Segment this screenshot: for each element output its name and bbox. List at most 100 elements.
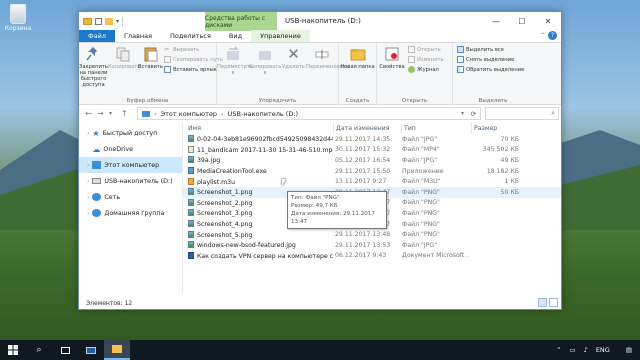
new-folder-button[interactable]: Новая папка: [339, 43, 376, 105]
search-icon: ⌕: [551, 109, 555, 117]
nav-quick-access[interactable]: › ★ Быстрый доступ: [79, 125, 182, 141]
file-row[interactable]: 0-02-04-3eb81e96902fbcd54925098432d44cb.…: [183, 134, 561, 145]
file-tooltip: Тип: Файл "PNG" Размер: 49,7 КБ Дата изм…: [287, 191, 387, 229]
group-label-clipboard: Буфер обмена: [126, 98, 169, 104]
minimize-button[interactable]: —: [483, 12, 509, 31]
file-row[interactable]: windows-new-bsod-featured.jpg 29.11.2017 …: [183, 240, 561, 251]
address-bar[interactable]: › Этот компьютер › USB-накопитель (D:) ▾…: [137, 107, 481, 120]
tab-file[interactable]: Файл: [79, 30, 115, 42]
expand-icon[interactable]: ›: [87, 130, 89, 137]
chevron-down-icon[interactable]: ▾: [116, 18, 119, 25]
search-input[interactable]: ⌕: [485, 107, 559, 120]
file-size: 18 182 КБ: [486, 167, 519, 175]
taskbar-app-explorer[interactable]: [104, 340, 130, 360]
column-size[interactable]: Размер: [472, 125, 532, 132]
paste-shortcut-button[interactable]: Вставить ярлык: [164, 66, 223, 73]
forward-arrow-icon[interactable]: →: [97, 109, 105, 118]
file-name: MediaCreationTool.exe: [183, 167, 333, 175]
cut-button[interactable]: ✂ Вырезать: [164, 46, 223, 53]
expand-icon[interactable]: ›: [87, 194, 89, 201]
start-button[interactable]: [0, 340, 26, 360]
recycle-bin[interactable]: Корзина: [4, 4, 32, 32]
edit-button[interactable]: Изменить: [408, 56, 444, 63]
help-icon[interactable]: ?: [548, 31, 557, 40]
delete-button[interactable]: ✕ Удалить: [281, 43, 306, 105]
column-name[interactable]: Имя: [183, 125, 333, 132]
properties-icon[interactable]: [95, 18, 102, 25]
nav-network[interactable]: › Сеть: [79, 189, 182, 205]
large-icons-view-button[interactable]: [549, 298, 558, 307]
tab-manage[interactable]: Управление: [251, 30, 310, 42]
file-date: 05.12.2017 16:54: [335, 156, 391, 164]
expand-icon[interactable]: ›: [87, 162, 89, 169]
breadcrumb-usb[interactable]: USB-накопитель (D:): [228, 110, 298, 118]
close-button[interactable]: ✕: [535, 12, 561, 31]
taskbar-app-desktop[interactable]: [78, 340, 104, 360]
system-tray: ⌃ ▭ ♪ ENG ▤: [556, 340, 640, 360]
ribbon-expand-icon[interactable]: ⌃: [540, 32, 545, 39]
history-button[interactable]: Журнал: [408, 66, 444, 73]
nav-usb-drive[interactable]: › USB-накопитель (D:): [79, 173, 182, 189]
file-name: playlist.m3u: [183, 177, 333, 186]
expand-icon[interactable]: ›: [87, 210, 89, 217]
file-row[interactable]: 39a.jpg 05.12.2017 16:54 Файл "JPG" 49 КБ: [183, 155, 561, 166]
new-folder-icon[interactable]: [105, 18, 113, 25]
address-dropdown-icon[interactable]: ▾: [461, 110, 464, 117]
up-arrow-icon[interactable]: ↑: [121, 109, 129, 118]
language-indicator[interactable]: ENG: [596, 346, 610, 354]
shortcut-icon: [164, 66, 172, 73]
volume-icon[interactable]: ♪: [584, 346, 588, 354]
tab-share[interactable]: Поделиться: [161, 30, 220, 42]
task-view-button[interactable]: [52, 340, 78, 360]
maximize-button[interactable]: ☐: [509, 12, 535, 31]
pin-quick-access-button[interactable]: Закрепить на панели быстрого доступа: [79, 43, 108, 105]
open-button[interactable]: Открыть: [408, 46, 444, 53]
network-tray-icon[interactable]: ▭: [570, 346, 576, 354]
column-type[interactable]: Тип: [402, 125, 471, 132]
copy-button[interactable]: Копировать: [108, 43, 140, 105]
breadcrumb-separator-icon: ›: [154, 109, 157, 118]
rename-button[interactable]: Переименовать: [306, 43, 349, 105]
select-none-button[interactable]: Снять выделение: [457, 56, 524, 63]
select-all-button[interactable]: Выделить все: [457, 46, 524, 53]
column-date[interactable]: Дата изменения: [334, 125, 401, 132]
file-row[interactable]: Screenshot_5.png 29.11.2017 13:48 Файл "PN…: [183, 229, 561, 240]
separator: [122, 16, 124, 27]
move-to-button[interactable]: Переместить в: [217, 43, 253, 105]
nav-this-pc[interactable]: › Этот компьютер: [79, 157, 182, 173]
nav-homegroup[interactable]: › Домашняя группа: [79, 205, 182, 221]
copy-path-button[interactable]: Скопировать путь: [164, 56, 223, 63]
invert-selection-button[interactable]: Обратить выделение: [457, 66, 524, 73]
file-type: Файл "MP4": [402, 146, 440, 154]
file-type: Файл "JPG": [402, 156, 438, 164]
expand-icon[interactable]: ›: [87, 146, 89, 153]
notifications-icon[interactable]: ▤: [626, 346, 632, 354]
file-name: Как создать VPN сервер на компьютере с W…: [183, 251, 333, 260]
tab-home[interactable]: Главная: [115, 30, 161, 42]
nav-onedrive[interactable]: › ☁ OneDrive: [79, 141, 182, 157]
file-list-header: Имя Дата изменения Тип Размер: [183, 122, 561, 134]
tab-view[interactable]: Вид: [220, 30, 251, 42]
file-row[interactable]: Как создать VPN сервер на компьютере с W…: [183, 251, 561, 262]
recent-chevron-icon[interactable]: ▾: [109, 110, 117, 117]
file-date: 13.11.2017 9:27: [335, 178, 387, 186]
search-button[interactable]: ⌕: [26, 340, 52, 360]
file-type-icon: [188, 220, 194, 228]
paste-button[interactable]: Вставить: [138, 43, 163, 105]
people-icon[interactable]: ⌃: [556, 346, 561, 354]
copy-to-button[interactable]: Копировать в: [249, 43, 281, 105]
back-arrow-icon[interactable]: ←: [85, 109, 93, 118]
open-icon: [408, 46, 415, 53]
file-name: windows-new-bsod-featured.jpg: [183, 241, 333, 249]
breadcrumb-separator-icon: ›: [221, 109, 224, 118]
file-row[interactable]: MediaCreationTool.exe 29.11.2017 15:50 При…: [183, 166, 561, 177]
file-type-icon: [188, 135, 194, 143]
breadcrumb-this-pc[interactable]: Этот компьютер: [161, 110, 217, 118]
file-date: 29.11.2017 13:53: [335, 241, 391, 249]
details-view-button[interactable]: [538, 298, 547, 307]
file-row[interactable]: 11_bandicam 2017-11-30 15-31-46-510.mp4 3…: [183, 145, 561, 156]
expand-icon[interactable]: ›: [87, 178, 89, 185]
file-row[interactable]: playlist.m3u 13.11.2017 9:27 Файл "M3U" 1 К…: [183, 176, 561, 187]
properties-button[interactable]: Свойства: [377, 43, 407, 105]
refresh-icon[interactable]: ⟳: [471, 110, 476, 118]
